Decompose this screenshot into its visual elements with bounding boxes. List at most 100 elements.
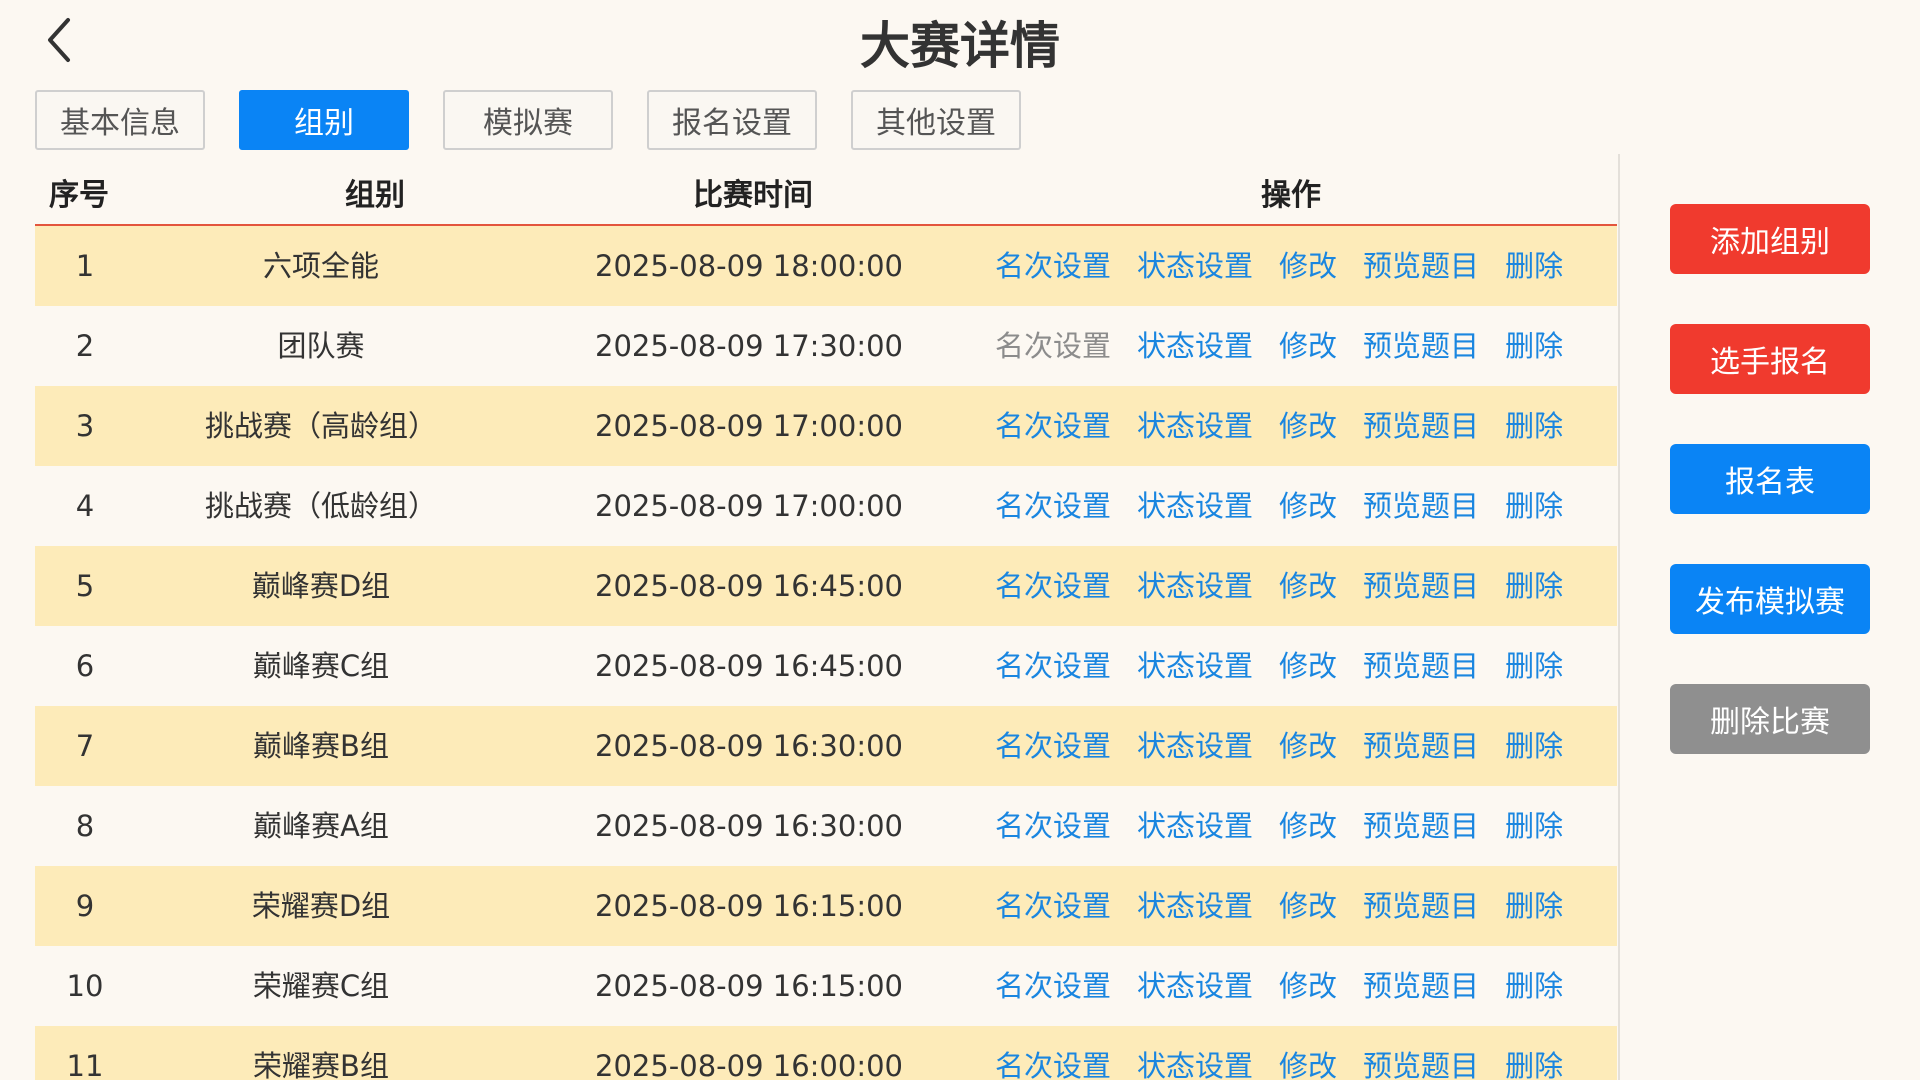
delete-link[interactable]: 删除 xyxy=(1505,969,1563,1003)
delete-contest-button[interactable]: 删除比赛 xyxy=(1670,684,1870,754)
edit-link[interactable]: 修改 xyxy=(1279,1049,1337,1080)
preview-questions-link[interactable]: 预览题目 xyxy=(1363,969,1479,1003)
rank-settings-link[interactable]: 名次设置 xyxy=(995,409,1111,443)
preview-questions-link[interactable]: 预览题目 xyxy=(1363,409,1479,443)
row-contest-time: 2025-08-09 16:30:00 xyxy=(595,729,903,763)
status-settings-link[interactable]: 状态设置 xyxy=(1137,409,1253,443)
tab-other-settings[interactable]: 其他设置 xyxy=(851,90,1021,150)
rank-settings-link[interactable]: 名次设置 xyxy=(995,489,1111,523)
groups-table: 序号 组别 比赛时间 操作 1 六项全能 2025-08-09 18:00:00 名次… xyxy=(35,154,1617,1080)
status-settings-link[interactable]: 状态设置 xyxy=(1137,649,1253,683)
edit-link[interactable]: 修改 xyxy=(1279,969,1337,1003)
edit-link[interactable]: 修改 xyxy=(1279,489,1337,523)
row-group-name: 巅峰赛B组 xyxy=(253,729,389,763)
preview-questions-link[interactable]: 预览题目 xyxy=(1363,1049,1479,1080)
row-group-name: 挑战赛（低龄组） xyxy=(205,489,438,523)
tab-signup-settings[interactable]: 报名设置 xyxy=(647,90,817,150)
delete-link[interactable]: 删除 xyxy=(1505,329,1563,363)
preview-questions-link[interactable]: 预览题目 xyxy=(1363,569,1479,603)
status-settings-link[interactable]: 状态设置 xyxy=(1137,809,1253,843)
table-row: 2 团队赛 2025-08-09 17:30:00 名次设置 状态设置 修改 预览题目 删除 xyxy=(35,306,1617,386)
row-contest-time: 2025-08-09 18:00:00 xyxy=(595,249,903,283)
preview-questions-link[interactable]: 预览题目 xyxy=(1363,809,1479,843)
delete-link[interactable]: 删除 xyxy=(1505,649,1563,683)
row-group-name: 荣耀赛B组 xyxy=(253,1049,389,1080)
table-row: 8 巅峰赛A组 2025-08-09 16:30:00 名次设置 状态设置 修改 预览题目删… xyxy=(35,786,1617,866)
delete-link[interactable]: 删除 xyxy=(1505,409,1563,443)
row-index: 11 xyxy=(66,1049,104,1080)
table-row: 3 挑战赛（高龄组） 2025-08-09 17:00:00 名次设置 状态设置 修改 预览… xyxy=(35,386,1617,466)
action-sidebar: 添加组别选手报名报名表发布模拟赛删除比赛 xyxy=(1670,204,1870,804)
delete-link[interactable]: 删除 xyxy=(1505,489,1563,523)
delete-link[interactable]: 删除 xyxy=(1505,729,1563,763)
row-contest-time: 2025-08-09 17:30:00 xyxy=(595,329,903,363)
preview-questions-link[interactable]: 预览题目 xyxy=(1363,249,1479,283)
status-settings-link[interactable]: 状态设置 xyxy=(1137,569,1253,603)
tab-basic-info[interactable]: 基本信息 xyxy=(35,90,205,150)
table-row: 4 挑战赛（低龄组） 2025-08-09 17:00:00 名次设置 状态设置 修改 预览… xyxy=(35,466,1617,546)
table-row: 9 荣耀赛D组 2025-08-09 16:15:00 名次设置 状态设置 修改 预览题目删… xyxy=(35,866,1617,946)
rank-settings-link[interactable]: 名次设置 xyxy=(995,649,1111,683)
add-group-button[interactable]: 添加组别 xyxy=(1670,204,1870,274)
edit-link[interactable]: 修改 xyxy=(1279,569,1337,603)
delete-link[interactable]: 删除 xyxy=(1505,889,1563,923)
status-settings-link[interactable]: 状态设置 xyxy=(1137,889,1253,923)
preview-questions-link[interactable]: 预览题目 xyxy=(1363,729,1479,763)
table-row: 11 荣耀赛B组 2025-08-09 16:00:00 名次设置 状态设置 修改 预览题目… xyxy=(35,1026,1617,1080)
row-group-name: 荣耀赛D组 xyxy=(251,889,391,923)
status-settings-link[interactable]: 状态设置 xyxy=(1137,489,1253,523)
edit-link[interactable]: 修改 xyxy=(1279,249,1337,283)
edit-link[interactable]: 修改 xyxy=(1279,329,1337,363)
tab-mock-contest[interactable]: 模拟赛 xyxy=(443,90,613,150)
preview-questions-link[interactable]: 预览题目 xyxy=(1363,889,1479,923)
row-group-name: 巅峰赛C组 xyxy=(252,649,390,683)
row-contest-time: 2025-08-09 17:00:00 xyxy=(595,489,903,523)
table-row: 1 六项全能 2025-08-09 18:00:00 名次设置 状态设置 修改 预览题目 删除 xyxy=(35,226,1617,306)
delete-link[interactable]: 删除 xyxy=(1505,809,1563,843)
delete-link[interactable]: 删除 xyxy=(1505,249,1563,283)
row-group-name: 团队赛 xyxy=(277,329,365,363)
status-settings-link[interactable]: 状态设置 xyxy=(1137,729,1253,763)
row-contest-time: 2025-08-09 16:45:00 xyxy=(595,569,903,603)
row-actions: 名次设置 状态设置 修改 预览题目 删除 xyxy=(995,306,1589,386)
row-actions: 名次设置 状态设置 修改 预览题目 删除 xyxy=(995,226,1589,306)
player-signup-button[interactable]: 选手报名 xyxy=(1670,324,1870,394)
publish-mock-button[interactable]: 发布模拟赛 xyxy=(1670,564,1870,634)
edit-link[interactable]: 修改 xyxy=(1279,809,1337,843)
rank-settings-link[interactable]: 名次设置 xyxy=(995,809,1111,843)
row-group-name: 六项全能 xyxy=(262,249,379,283)
preview-questions-link[interactable]: 预览题目 xyxy=(1363,649,1479,683)
header-time: 比赛时间 xyxy=(693,178,813,213)
rank-settings-link[interactable]: 名次设置 xyxy=(995,569,1111,603)
status-settings-link[interactable]: 状态设置 xyxy=(1137,969,1253,1003)
table-row: 10 荣耀赛C组 2025-08-09 16:15:00 名次设置 状态设置 修改 预览题目… xyxy=(35,946,1617,1026)
row-contest-time: 2025-08-09 16:15:00 xyxy=(595,889,903,923)
preview-questions-link[interactable]: 预览题目 xyxy=(1363,329,1479,363)
header-group: 组别 xyxy=(345,178,405,213)
rank-settings-link[interactable]: 名次设置 xyxy=(995,729,1111,763)
status-settings-link[interactable]: 状态设置 xyxy=(1137,329,1253,363)
row-index: 5 xyxy=(75,569,95,603)
row-contest-time: 2025-08-09 17:00:00 xyxy=(595,409,903,443)
signup-sheet-button[interactable]: 报名表 xyxy=(1670,444,1870,514)
rank-settings-link[interactable]: 名次设置 xyxy=(995,889,1111,923)
row-group-name: 巅峰赛A组 xyxy=(253,809,389,843)
row-index: 6 xyxy=(75,649,95,683)
preview-questions-link[interactable]: 预览题目 xyxy=(1363,489,1479,523)
contest-detail-page: 大赛详情 基本信息 组别 模拟赛 报名设置 其他设置 序号 组别 比赛时间 操作… xyxy=(0,0,1920,1080)
edit-link[interactable]: 修改 xyxy=(1279,729,1337,763)
row-actions: 名次设置 状态设置 修改 预览题目 删除 xyxy=(995,946,1589,1026)
edit-link[interactable]: 修改 xyxy=(1279,649,1337,683)
edit-link[interactable]: 修改 xyxy=(1279,889,1337,923)
rank-settings-link[interactable]: 名次设置 xyxy=(995,249,1111,283)
edit-link[interactable]: 修改 xyxy=(1279,409,1337,443)
status-settings-link[interactable]: 状态设置 xyxy=(1137,1049,1253,1080)
rank-settings-link[interactable]: 名次设置 xyxy=(995,329,1111,363)
row-actions: 名次设置 状态设置 修改 预览题目 删除 xyxy=(995,786,1589,866)
rank-settings-link[interactable]: 名次设置 xyxy=(995,1049,1111,1080)
delete-link[interactable]: 删除 xyxy=(1505,569,1563,603)
delete-link[interactable]: 删除 xyxy=(1505,1049,1563,1080)
tab-groups[interactable]: 组别 xyxy=(239,90,409,150)
status-settings-link[interactable]: 状态设置 xyxy=(1137,249,1253,283)
rank-settings-link[interactable]: 名次设置 xyxy=(995,969,1111,1003)
